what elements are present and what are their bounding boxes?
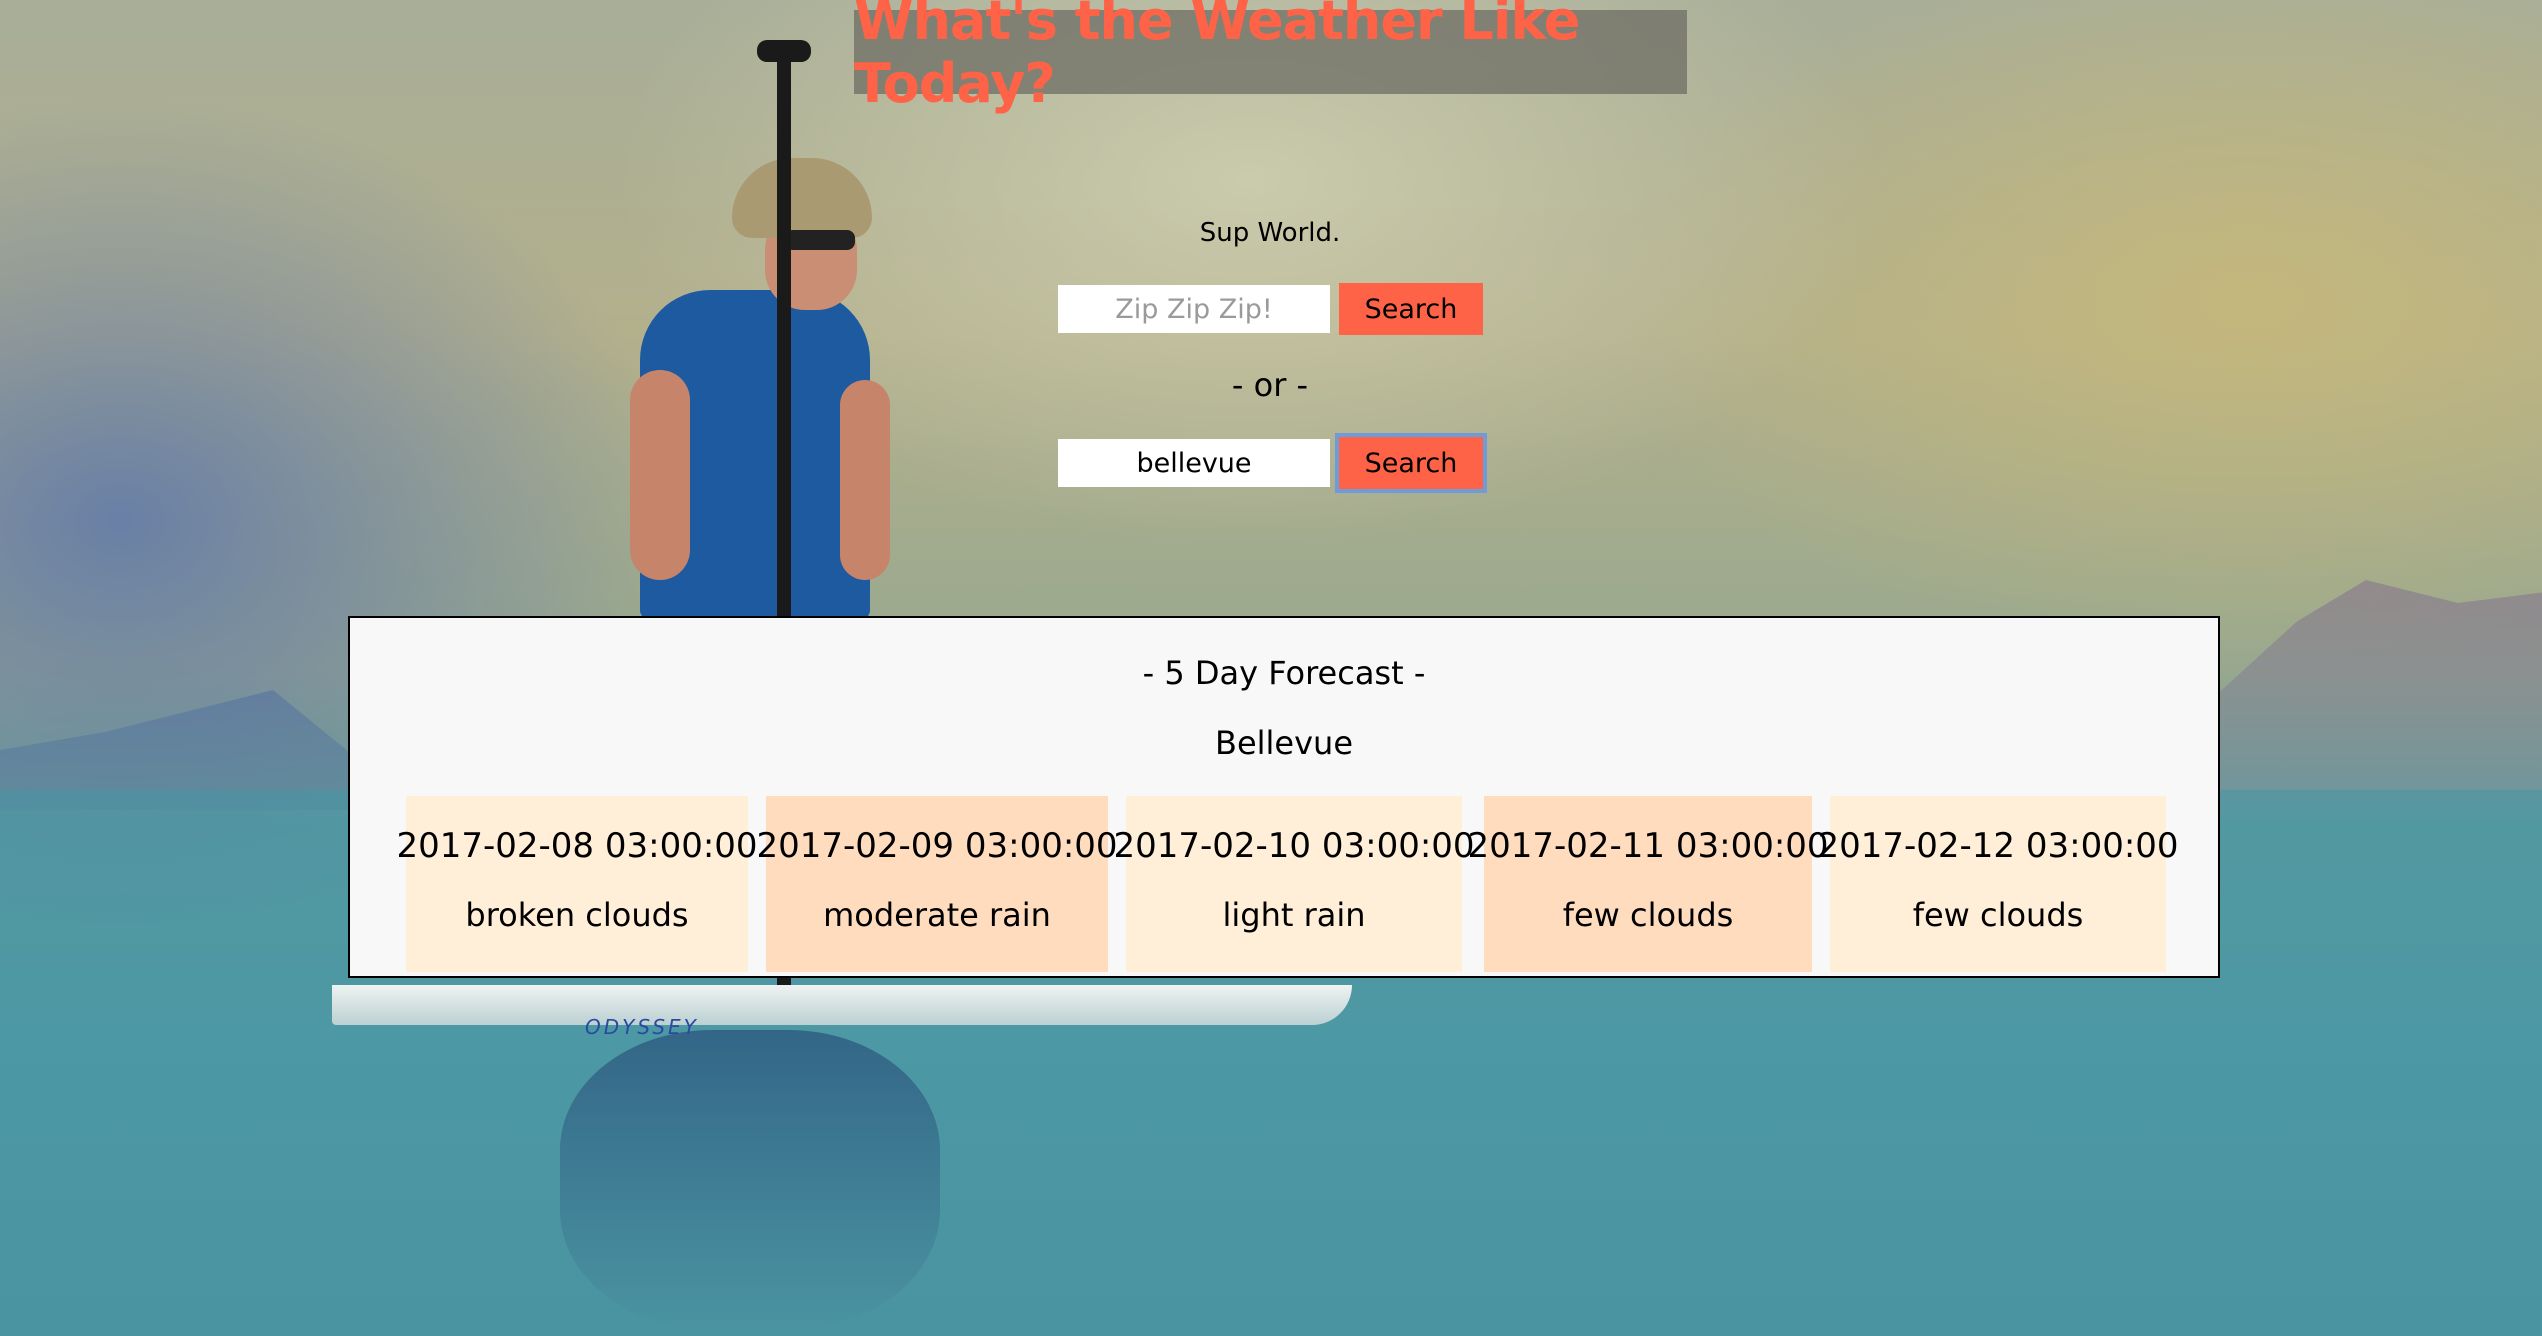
forecast-date: 2017-02-11 03:00:00: [1467, 826, 1829, 866]
forecast-date: 2017-02-08 03:00:00: [396, 826, 758, 866]
forecast-panel: - 5 Day Forecast - Bellevue 2017-02-08 0…: [348, 616, 2220, 978]
city-search-row: Search: [1058, 433, 1487, 493]
forecast-day-card: 2017-02-11 03:00:00 few clouds: [1467, 796, 1829, 972]
zip-search-row: Search: [1058, 283, 1483, 335]
board-brand-text: ODYSSEY: [585, 1015, 699, 1039]
forecast-date: 2017-02-10 03:00:00: [1113, 826, 1475, 866]
forecast-description: moderate rain: [823, 896, 1051, 934]
paddle-grip: [757, 40, 811, 62]
person-sunglasses: [785, 230, 855, 250]
greeting-text: Sup World.: [1199, 218, 1341, 248]
zip-input[interactable]: [1058, 285, 1330, 333]
forecast-day-card: 2017-02-09 03:00:00 moderate rain: [756, 796, 1118, 972]
city-input[interactable]: [1058, 439, 1330, 487]
city-search-button[interactable]: Search: [1335, 433, 1487, 493]
zip-search-button[interactable]: Search: [1339, 283, 1483, 335]
forecast-description: broken clouds: [465, 896, 689, 934]
person-hat: [732, 158, 872, 238]
paddleboard: [332, 985, 1352, 1025]
forecast-heading: - 5 Day Forecast -: [1142, 654, 1426, 692]
forecast-day-card: 2017-02-08 03:00:00 broken clouds: [396, 796, 758, 972]
forecast-description: few clouds: [1562, 896, 1734, 934]
forecast-description: light rain: [1222, 896, 1366, 934]
person-arm-left: [630, 370, 690, 580]
title-banner: What's the Weather Like Today?: [854, 0, 1687, 115]
forecast-day-card: 2017-02-10 03:00:00 light rain: [1113, 796, 1475, 972]
forecast-date: 2017-02-09 03:00:00: [756, 826, 1118, 866]
page-title: What's the Weather Like Today?: [854, 0, 1580, 115]
person-arm-right: [840, 380, 890, 580]
or-separator: - or -: [1231, 366, 1309, 404]
forecast-description: few clouds: [1912, 896, 2084, 934]
forecast-date: 2017-02-12 03:00:00: [1817, 826, 2179, 866]
forecast-city-name: Bellevue: [1214, 724, 1353, 762]
background-reflection: [560, 1030, 940, 1330]
forecast-day-card: 2017-02-12 03:00:00 few clouds: [1817, 796, 2179, 972]
